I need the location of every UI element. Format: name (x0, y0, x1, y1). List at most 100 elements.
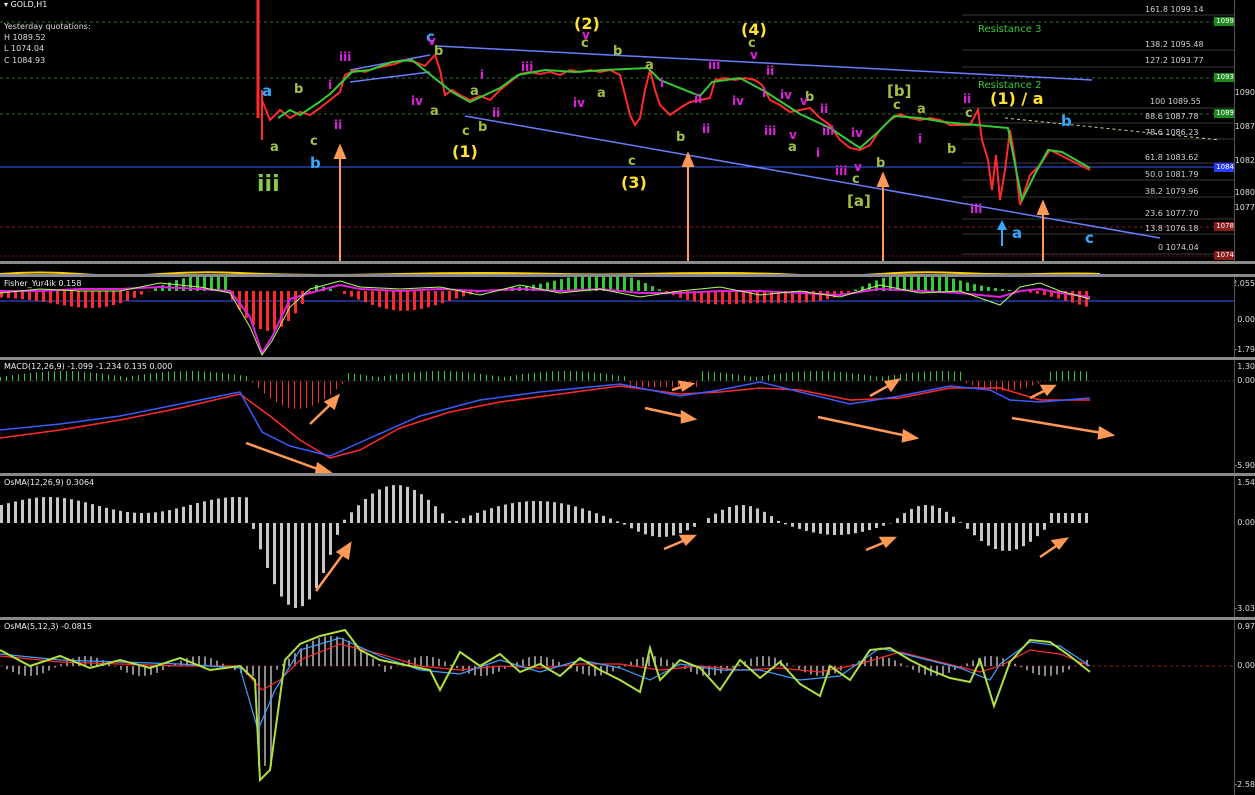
fisher-histogram-bar (756, 291, 759, 304)
macd-histogram-bar (312, 381, 313, 406)
wave-label: i (660, 76, 665, 90)
fisher-histogram-bar (1043, 291, 1046, 296)
osma-histogram-bar (810, 666, 812, 675)
osma-histogram-bar (931, 505, 934, 523)
macd-histogram-bar (354, 373, 355, 381)
osma-histogram-bar (399, 485, 402, 523)
macd-histogram-bar (168, 371, 169, 381)
fisher-histogram-bar (266, 291, 269, 331)
osma-histogram-bar (804, 666, 806, 673)
fisher-histogram-bar (133, 291, 136, 298)
macd-pane[interactable]: MACD(12,26,9) -1.099 -1.234 0.135 0.000 (0, 360, 1234, 473)
macd-histogram-bar (300, 381, 301, 409)
dropdown-icon[interactable]: ▾ (4, 0, 8, 9)
price-axis[interactable]: 1090 1087 1082 1080 1077 (1234, 0, 1255, 261)
osma-histogram-bar (630, 523, 633, 529)
fisher-histogram-bar (616, 277, 619, 291)
osma-histogram-bar (518, 502, 521, 523)
macd-histogram-bar (402, 373, 403, 381)
axis-tick: -2.58 (1234, 780, 1255, 789)
osma-histogram-bar (894, 660, 896, 666)
osma-histogram-bar (686, 523, 689, 531)
price-box: 1074 (1214, 251, 1234, 260)
macd-histogram-bar (726, 373, 727, 381)
macd-histogram-bar (480, 373, 481, 381)
osma-histogram-bar (1050, 666, 1052, 676)
osma-histogram-bar (1085, 513, 1088, 523)
osma-histogram-bar (903, 513, 906, 523)
osma-histogram-bar (522, 659, 524, 666)
fisher-histogram-bar (847, 291, 850, 293)
osma-histogram-bar (732, 666, 734, 668)
fisher-histogram-bar (714, 291, 717, 305)
wave-label: ii (694, 92, 703, 106)
fib-level-label: 38.2 1079.96 (1145, 187, 1199, 196)
fisher-histogram-bar (707, 291, 710, 304)
osma-histogram-bar (21, 499, 24, 523)
fisher-histogram-bar (966, 282, 969, 291)
axis-tick: 0.97 (1237, 622, 1255, 631)
osma-12-26-9-pane[interactable]: OsMA(12,26,9) 0.3064 (0, 476, 1234, 617)
wave-label: i (816, 146, 821, 160)
osma-histogram-bar (42, 497, 45, 523)
macd-histogram-bar (162, 372, 163, 381)
osma-histogram-bar (49, 497, 52, 523)
macd-histogram-bar (72, 371, 73, 381)
macd-histogram-bar (714, 371, 715, 381)
macd-histogram-bar (198, 371, 199, 381)
macd-histogram-bar (672, 381, 673, 387)
osma-histogram-bar (1064, 513, 1067, 523)
macd-svg (0, 371, 1234, 473)
wave-label: i (762, 86, 767, 100)
macd-histogram-bar (1014, 381, 1015, 391)
osma-histogram-bar (959, 522, 962, 523)
macd-histogram-bar (858, 373, 859, 381)
macd-title: MACD(12,26,9) -1.099 -1.234 0.135 0.000 (4, 362, 173, 371)
osma-histogram-bar (6, 666, 8, 670)
macd-histogram-bar (582, 371, 583, 381)
fisher-pane[interactable]: Fisher_Yur4ik 0.158 (0, 277, 1234, 357)
osma-histogram-bar (372, 658, 374, 666)
fib-level-label: 100 1089.55 (1150, 97, 1201, 106)
wave-label: ii (820, 102, 829, 116)
fib-level-label: 0 1074.04 (1158, 243, 1199, 252)
osma-histogram-bar (138, 666, 140, 676)
price-axis-tick: 1077 (1234, 203, 1255, 212)
osma-histogram-bar (798, 523, 801, 529)
osma-histogram-bar (847, 523, 850, 535)
macd-histogram-bar (636, 381, 637, 387)
osma-histogram-bar (238, 497, 241, 523)
macd-histogram-bar (504, 376, 505, 381)
osma-histogram-bar (888, 657, 890, 666)
osma-histogram-bar (378, 489, 381, 523)
osma-5-12-3-pane[interactable]: OsMA(5,12,3) -0.0815 (0, 620, 1234, 795)
osma-histogram-bar (576, 666, 578, 672)
wave-label: iii (708, 58, 721, 72)
axis-tick: 2.055 (1234, 279, 1255, 288)
macd-histogram-bar (378, 376, 379, 381)
osma-histogram-bar (42, 666, 44, 674)
fisher-histogram-bar (770, 291, 773, 303)
osma-histogram-bar (582, 666, 584, 674)
macd-histogram-bar (156, 372, 157, 381)
price-chart-pane[interactable]: ▾ GOLD,H1 Yesterday quotations: H 1089.5… (0, 0, 1234, 261)
osma-histogram-bar (280, 523, 283, 597)
osma-histogram-bar (180, 660, 182, 666)
osma-histogram-bar (942, 666, 944, 675)
wave-label: c (628, 154, 636, 169)
macd-histogram-bar (594, 372, 595, 381)
macd-histogram-bar (1086, 371, 1087, 381)
macd-histogram-bar (522, 374, 523, 381)
fisher-histogram-bar (455, 291, 458, 299)
chart-title-text: GOLD,H1 (10, 0, 48, 9)
osma-histogram-bar (112, 509, 115, 523)
macd-histogram-bar (0, 377, 1, 381)
osma-histogram-bar (644, 523, 647, 535)
osma-histogram-bar (728, 506, 731, 523)
fib-level-label: 161.8 1099.14 (1145, 5, 1204, 14)
macd-histogram-bar (846, 372, 847, 381)
osma-histogram-bar (749, 506, 752, 523)
macd-histogram-bar (996, 381, 997, 391)
osma-histogram-bar (210, 658, 212, 666)
osma-histogram-bar (132, 666, 134, 675)
